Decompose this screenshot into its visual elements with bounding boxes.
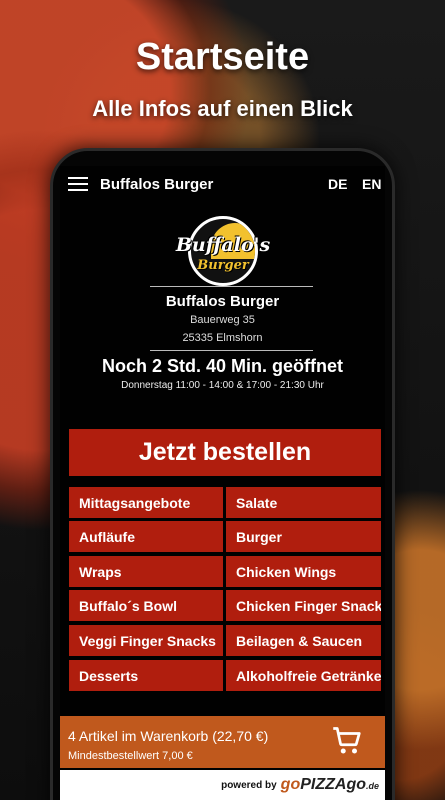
app-screen: Buffalos Burger DE EN Buffalo's Burger B… [60,166,385,800]
category-chicken-finger-snacks[interactable]: Chicken Finger Snacks [226,590,381,621]
cart-summary: 4 Artikel im Warenkorb (22,70 €) [68,728,269,744]
app-title: Buffalos Burger [100,175,214,193]
hero-title: Startseite [135,36,310,78]
divider [150,350,313,351]
restaurant-logo: Buffalo's Burger [174,210,272,286]
restaurant-city: 25335 Elmshorn [182,332,263,344]
powered-by-label: powered by [221,779,277,791]
app-topbar: Buffalos Burger DE EN [60,166,385,202]
category-auflaeufe[interactable]: Aufläufe [69,521,223,552]
category-beilagen-saucen[interactable]: Beilagen & Saucen [226,625,381,656]
category-wraps[interactable]: Wraps [69,556,223,587]
category-chicken-wings[interactable]: Chicken Wings [226,556,381,587]
brand-pizzago: PIZZAgo [300,776,366,793]
gopizzago-logo: goPIZZAgo.de [281,776,379,794]
divider [150,286,313,287]
powered-by-footer: powered by goPIZZAgo.de [60,770,385,800]
brand-tld: .de [365,781,379,791]
language-en-button[interactable]: EN [362,176,381,192]
category-alkoholfreie-getraenke[interactable]: Alkoholfreie Getränke [226,660,381,691]
category-veggi-finger-snacks[interactable]: Veggi Finger Snacks [69,625,223,656]
brand-go: go [280,776,301,793]
order-now-button[interactable]: Jetzt bestellen [69,429,381,476]
cart-minimum-order: Mindestbestellwert 7,00 € [68,750,193,762]
category-buffalos-bowl[interactable]: Buffalo´s Bowl [69,590,223,621]
hamburger-menu-icon[interactable] [68,177,88,191]
category-salate[interactable]: Salate [226,487,381,518]
shopping-cart-icon[interactable] [332,726,362,756]
logo-burger-text: Burger [197,258,249,273]
hero-subtitle: Alle Infos auf einen Blick [92,96,353,121]
category-burger[interactable]: Burger [226,521,381,552]
opening-hours: Donnerstag 11:00 - 14:00 & 17:00 - 21:30… [121,380,324,391]
category-desserts[interactable]: Desserts [69,660,223,691]
opening-status: Noch 2 Std. 40 Min. geöffnet [101,356,343,376]
restaurant-name: Buffalos Burger [165,293,280,310]
restaurant-street: Bauerweg 35 [190,314,255,326]
category-mittagsangebote[interactable]: Mittagsangebote [69,487,223,518]
cart-bar[interactable]: 4 Artikel im Warenkorb (22,70 €) Mindest… [60,716,385,768]
logo-script-text: Buffalo's [175,234,271,256]
language-de-button[interactable]: DE [328,176,347,192]
